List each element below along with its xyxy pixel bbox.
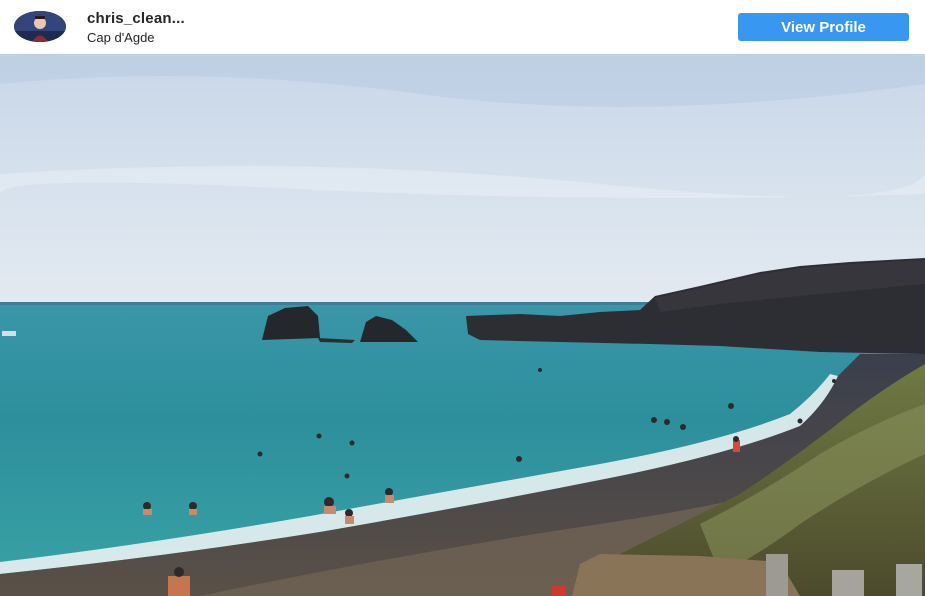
user-avatar-icon: [14, 11, 66, 42]
avatar[interactable]: [14, 11, 66, 42]
user-info: chris_clean... Cap d'Agde: [87, 10, 185, 46]
instagram-post: chris_clean... Cap d'Agde View Profile: [0, 0, 925, 596]
view-profile-button[interactable]: View Profile: [738, 13, 909, 41]
location-link[interactable]: Cap d'Agde: [87, 29, 185, 46]
username-link[interactable]: chris_clean...: [87, 10, 185, 28]
post-header: chris_clean... Cap d'Agde View Profile: [0, 0, 925, 54]
post-photo[interactable]: [0, 54, 925, 596]
beach-photo-image: [0, 54, 925, 596]
